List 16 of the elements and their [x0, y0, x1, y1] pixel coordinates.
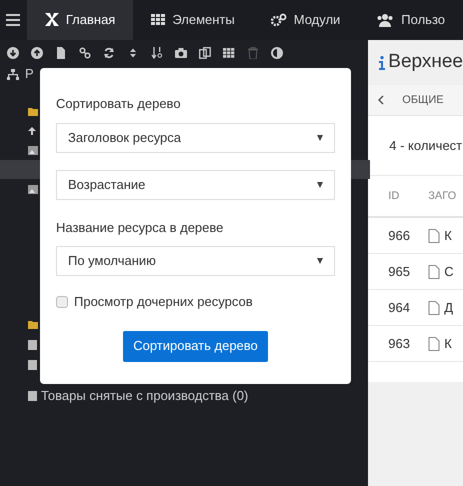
table-cell-text: 966: [387, 226, 411, 245]
tree-root-label: Р: [25, 65, 34, 84]
table-cell-text: К: [444, 226, 452, 245]
table-cell-text: 964: [387, 298, 411, 317]
table-cell-text: К: [444, 334, 452, 353]
checkbox-label: Просмотр дочерних ресурсов: [74, 293, 253, 311]
column-header: ID: [387, 188, 400, 204]
table-cell-text: 963: [387, 334, 411, 353]
field-label: Название ресурса в дереве: [56, 218, 224, 237]
summary-text: 4 - количест: [389, 136, 462, 155]
panel-title: Верхнее: [388, 50, 463, 74]
dialog-title: Сортировать дерево: [56, 95, 182, 113]
table-cell-text: Д: [444, 298, 454, 317]
table-cell-text: 965: [387, 262, 411, 281]
column-header: ЗАГО: [428, 188, 456, 204]
table-cell-text: С: [444, 262, 454, 281]
